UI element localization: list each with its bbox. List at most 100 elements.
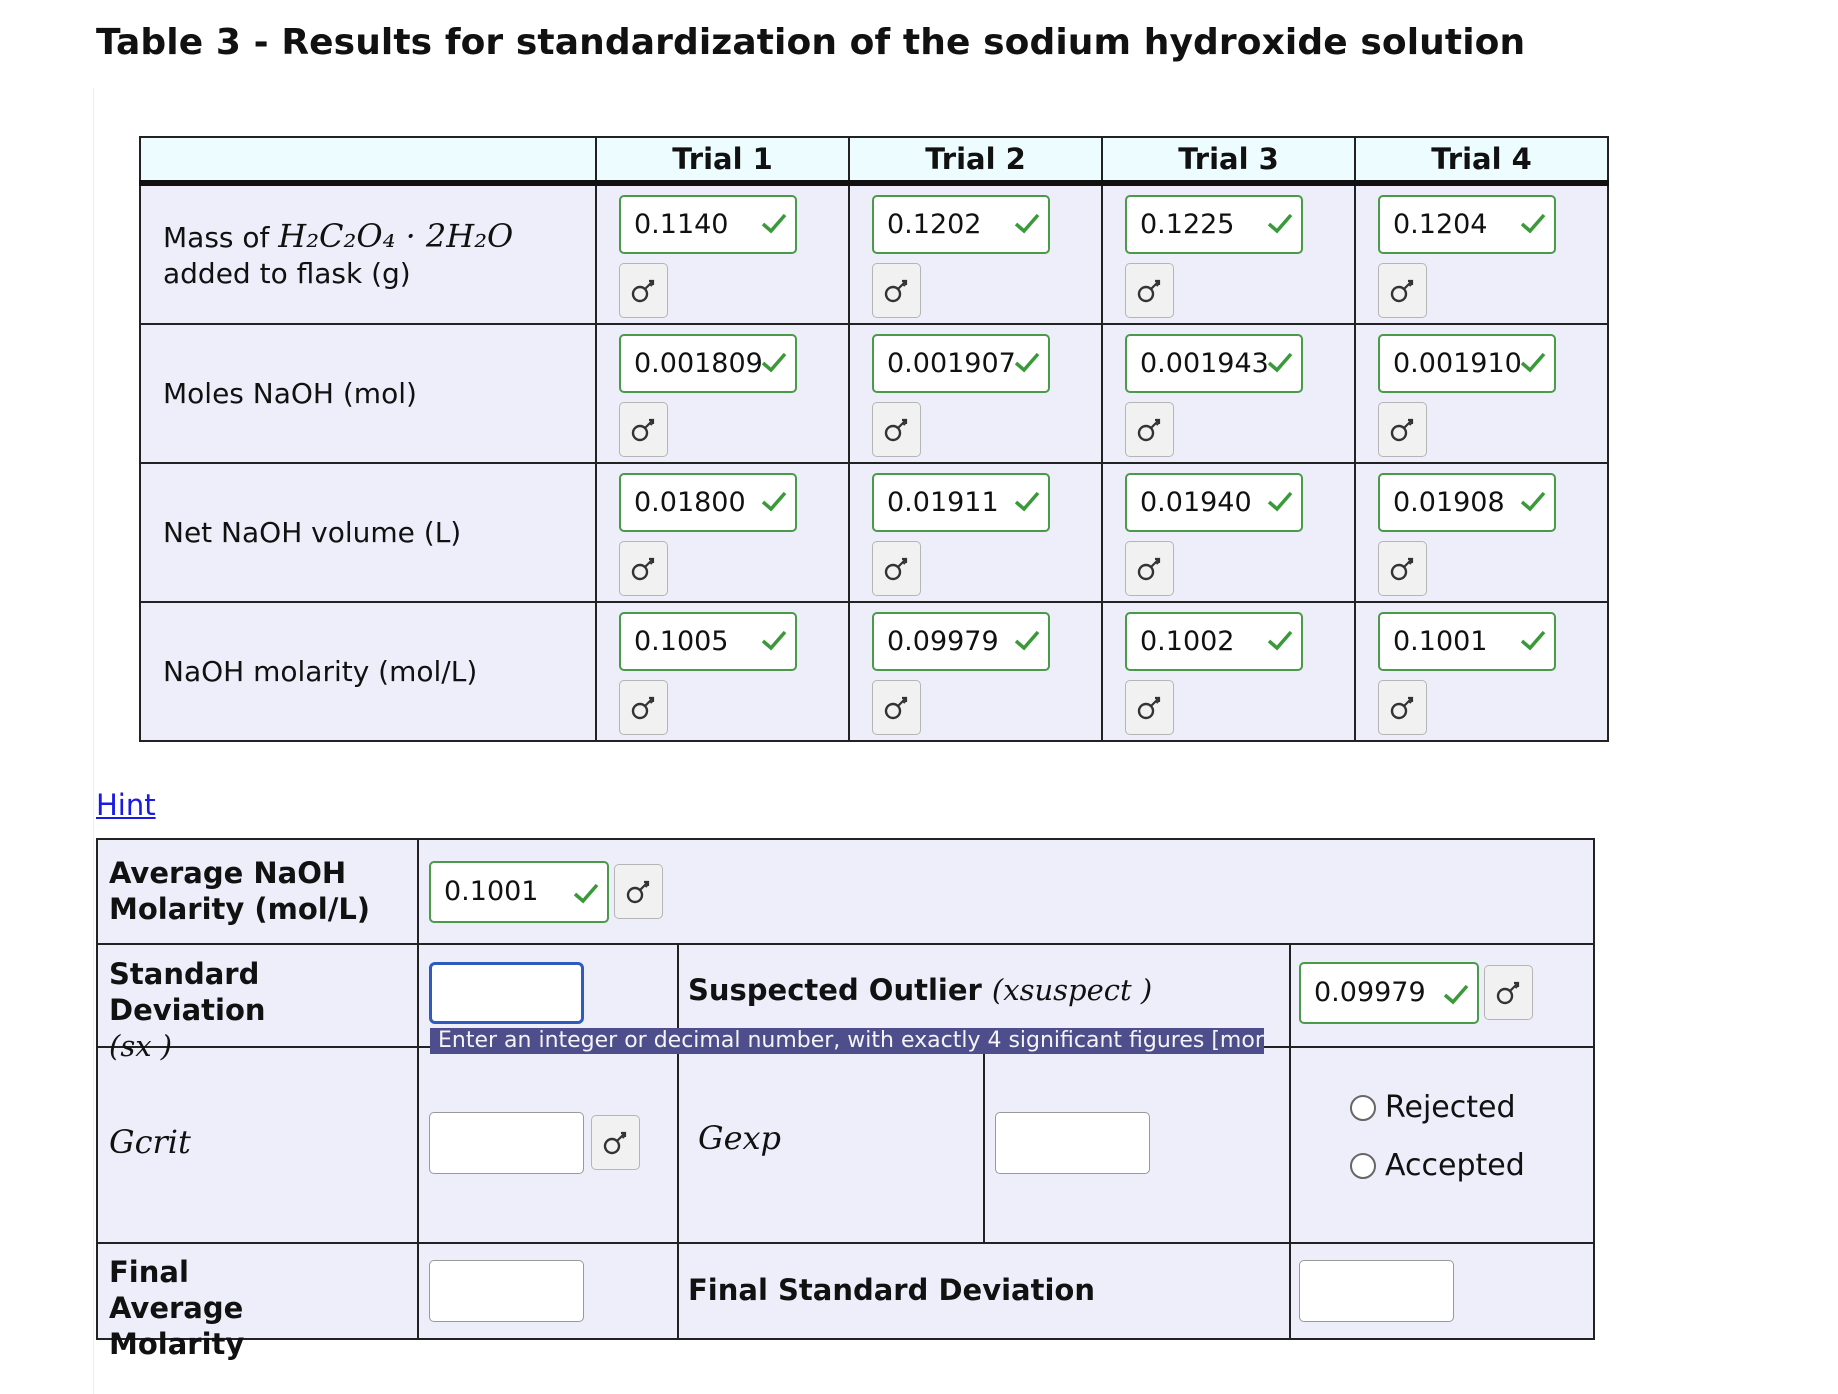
key-button[interactable] (1378, 680, 1427, 735)
input-format-tooltip: Enter an integer or decimal number, with… (430, 1028, 1264, 1054)
divider (1289, 943, 1291, 1340)
answer-field[interactable]: 0.01940 (1125, 473, 1303, 532)
check-icon (761, 352, 787, 373)
answer-field[interactable]: 0.1140 (619, 195, 797, 254)
cell-mass-trial-2: 0.1202 (848, 182, 1103, 325)
radio-button[interactable] (1350, 1153, 1376, 1179)
cell-mass-trial-4: 0.1204 (1354, 182, 1609, 325)
answer-field[interactable]: 0.001910 (1378, 334, 1556, 393)
check-icon (1267, 630, 1293, 651)
radio-accepted[interactable]: Accepted (1350, 1148, 1525, 1184)
answer-field[interactable]: 0.001809 (619, 334, 797, 393)
cell-molarity-trial-1: 0.1005 (595, 601, 850, 742)
key-button[interactable] (1378, 263, 1427, 318)
answer-field[interactable]: 0.1225 (1125, 195, 1303, 254)
answer-field[interactable]: 0.1005 (619, 612, 797, 671)
check-icon (761, 630, 787, 651)
key-icon (884, 279, 908, 303)
check-icon (1267, 491, 1293, 512)
answer-value: 0.001907 (887, 348, 1016, 379)
answer-field[interactable]: 0.01908 (1378, 473, 1556, 532)
answer-field[interactable]: 0.1204 (1378, 195, 1556, 254)
key-button[interactable] (614, 864, 663, 919)
g-crit-label: Gcrit (109, 1123, 191, 1161)
key-button[interactable] (1125, 263, 1174, 318)
key-button[interactable] (872, 541, 921, 596)
key-icon (1137, 696, 1161, 720)
answer-field[interactable]: 0.01800 (619, 473, 797, 532)
answer-field[interactable]: 0.001907 (872, 334, 1050, 393)
row-molarity: NaOH molarity (mol/L) 0.1005 0.09979 0.1… (139, 601, 1609, 742)
answer-field[interactable]: 0.01911 (872, 473, 1050, 532)
cell-volume-trial-3: 0.01940 (1101, 462, 1356, 603)
key-button[interactable] (619, 263, 668, 318)
check-icon (1520, 352, 1546, 373)
key-button[interactable] (1125, 402, 1174, 457)
suspected-outlier-field[interactable]: 0.09979 (1299, 962, 1479, 1024)
divider (677, 943, 679, 1340)
cell-volume-trial-2: 0.01911 (848, 462, 1103, 603)
cell-mass-trial-1: 0.1140 (595, 182, 850, 325)
check-icon (1443, 984, 1469, 1005)
row-label-molarity: NaOH molarity (mol/L) (139, 601, 597, 742)
std-dev-input[interactable] (429, 962, 584, 1024)
average-molarity-value: 0.1001 (444, 876, 539, 907)
cell-moles-trial-4: 0.001910 (1354, 323, 1609, 464)
key-icon (1390, 696, 1414, 720)
key-icon (1390, 418, 1414, 442)
answer-field[interactable]: 0.1202 (872, 195, 1050, 254)
key-button[interactable] (1378, 402, 1427, 457)
answer-field[interactable]: 0.1001 (1378, 612, 1556, 671)
divider (983, 1046, 985, 1242)
answer-field[interactable]: 0.09979 (872, 612, 1050, 671)
key-button[interactable] (1484, 965, 1533, 1020)
radio-accepted-label: Accepted (1385, 1148, 1525, 1183)
answer-field[interactable]: 0.1002 (1125, 612, 1303, 671)
g-exp-input[interactable] (995, 1112, 1150, 1174)
key-button[interactable] (872, 680, 921, 735)
answer-value: 0.1140 (634, 209, 729, 240)
average-molarity-field[interactable]: 0.1001 (429, 861, 609, 923)
key-button[interactable] (619, 541, 668, 596)
cell-moles-trial-2: 0.001907 (848, 323, 1103, 464)
table-header-row: Trial 1 Trial 2 Trial 3 Trial 4 (139, 136, 1609, 186)
answer-value: 0.001910 (1393, 348, 1522, 379)
std-dev-label-text: Standard Deviation (109, 957, 266, 1027)
check-icon (1520, 213, 1546, 234)
check-icon (1267, 213, 1293, 234)
key-button[interactable] (619, 402, 668, 457)
table-title: Table 3 - Results for standardization of… (96, 22, 1526, 63)
cell-mass-trial-3: 0.1225 (1101, 182, 1356, 325)
key-button[interactable] (1378, 541, 1427, 596)
std-dev-label: Standard Deviation (sx ) (109, 956, 409, 1064)
mass-label-suffix: added to flask (g) (163, 256, 411, 290)
answer-value: 0.1002 (1140, 626, 1235, 657)
g-exp-label: Gexp (698, 1119, 782, 1157)
final-average-molarity-label: Final Average Molarity (109, 1255, 245, 1361)
check-icon (1014, 352, 1040, 373)
radio-rejected[interactable]: Rejected (1350, 1090, 1516, 1126)
key-button[interactable] (872, 402, 921, 457)
key-button[interactable] (1125, 680, 1174, 735)
key-icon (603, 1131, 627, 1155)
key-button[interactable] (872, 263, 921, 318)
check-icon (573, 883, 599, 904)
cell-moles-trial-1: 0.001809 (595, 323, 850, 464)
final-average-molarity-input[interactable] (429, 1260, 584, 1322)
key-button[interactable] (619, 680, 668, 735)
key-icon (631, 418, 655, 442)
row-label-volume: Net NaOH volume (L) (139, 462, 597, 603)
check-icon (1014, 630, 1040, 651)
answer-field[interactable]: 0.001943 (1125, 334, 1303, 393)
answer-value: 0.09979 (887, 626, 999, 657)
radio-button[interactable] (1350, 1095, 1376, 1121)
g-crit-input[interactable] (429, 1112, 584, 1174)
key-button[interactable] (1125, 541, 1174, 596)
trials-table: Trial 1 Trial 2 Trial 3 Trial 4 Mass of … (139, 136, 1609, 742)
header-trial-1: Trial 1 (595, 136, 850, 186)
key-icon (631, 696, 655, 720)
hint-link[interactable]: Hint (96, 788, 156, 822)
final-std-dev-input[interactable] (1299, 1260, 1454, 1322)
key-button[interactable] (591, 1115, 640, 1170)
suspected-outlier-value: 0.09979 (1314, 977, 1426, 1008)
